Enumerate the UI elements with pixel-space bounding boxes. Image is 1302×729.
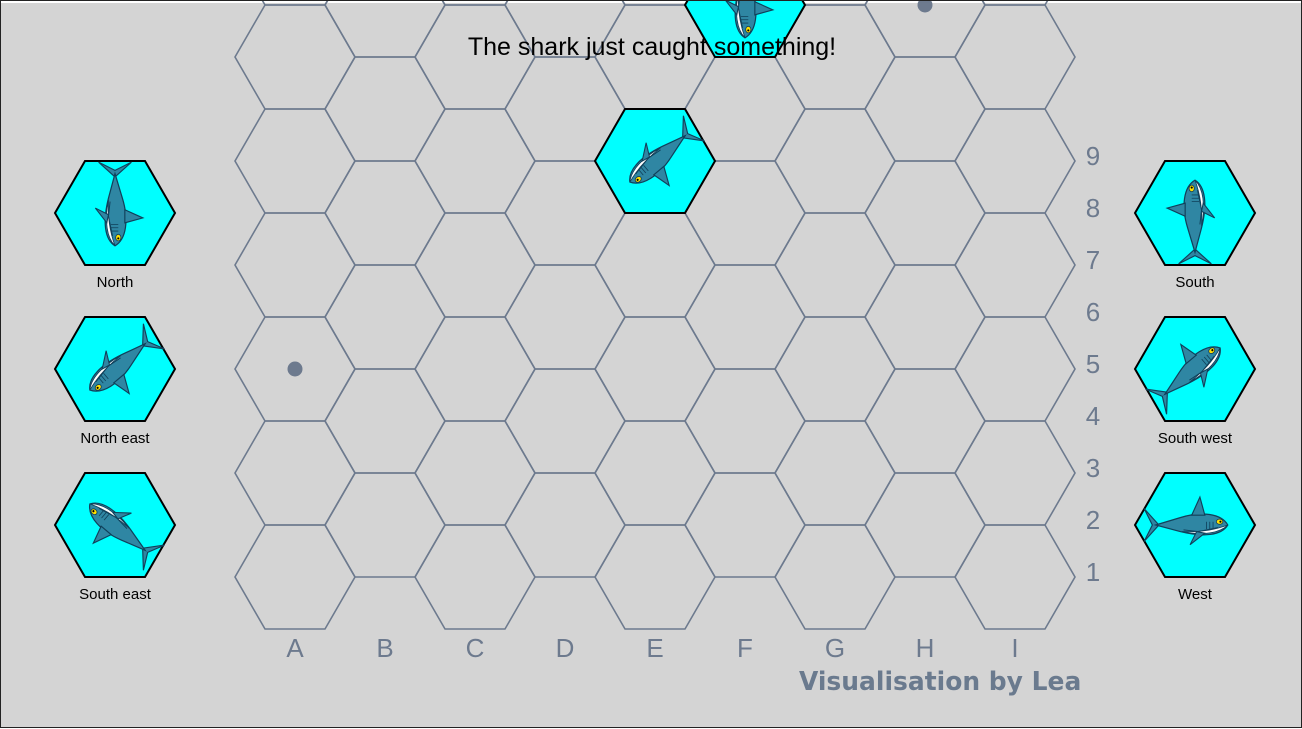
row-label-1: 1 [1086,557,1100,587]
column-label-H: H [916,633,935,663]
hex-cell-I5[interactable] [954,108,1076,214]
row-label-7: 7 [1086,245,1100,275]
column-label-I: I [1011,633,1018,663]
column-label-D: D [556,633,575,663]
hex-cell-H5[interactable] [864,56,986,162]
legend-label: West [1178,586,1213,603]
column-label-B: B [376,633,393,663]
row-label-5: 5 [1086,349,1100,379]
hex-cell-H3[interactable] [864,264,986,370]
column-label-A: A [286,633,304,663]
legend-label: North east [80,430,150,447]
hex-cell-E3[interactable] [594,316,716,422]
hex-cell-C2[interactable] [414,420,536,526]
hex-cell-C4[interactable] [414,212,536,318]
row-label-4: 4 [1086,401,1100,431]
hex-cell-B4[interactable] [324,160,446,266]
axis-labels: A B C D E F G H I 1 2 3 4 5 6 7 8 9 [286,141,1100,663]
visualisation-credit: Visualisation by Lea [799,667,1082,697]
hex-cell-H4[interactable] [864,160,986,266]
hex-cell-C1[interactable] [414,524,536,630]
row-label-2: 2 [1086,505,1100,535]
legend-label: South west [1158,430,1233,447]
hex-cell-I1[interactable] [954,524,1076,630]
legend-left-south-east: South east [53,472,177,603]
hex-cell-I2[interactable] [954,420,1076,526]
game-window: A B C D E F G H I 1 2 3 4 5 6 7 8 9 North North east South … [0,0,1302,728]
hex-cell-A1[interactable] [234,524,356,630]
hex-cell-F3[interactable] [684,264,806,370]
marker-dot-icon [917,1,933,13]
legend-left-north-east: North east [53,316,177,447]
hex-cell-B2[interactable] [324,368,446,474]
hex-cell-G4[interactable] [774,212,896,318]
hex-cell-H1[interactable] [864,472,986,578]
marker-dot-icon [287,361,303,377]
shark-tile-E5[interactable] [593,108,717,214]
hex-cell-H2[interactable] [864,368,986,474]
legend-right-south: South [1133,160,1257,291]
hex-cell-A4[interactable] [234,212,356,318]
row-label-3: 3 [1086,453,1100,483]
column-label-F: F [737,633,753,663]
hex-cell-A2[interactable] [234,420,356,526]
legend-label: South [1175,274,1214,291]
column-label-E: E [646,633,663,663]
legend-label: South east [79,586,152,603]
hex-cell-A5[interactable] [234,108,356,214]
hex-cell-E4[interactable] [594,212,716,318]
hex-cell-G5[interactable] [774,108,896,214]
hex-cell-A7[interactable] [235,1,355,6]
column-label-G: G [825,633,845,663]
hex-cell-E2[interactable] [594,420,716,526]
hex-cell-D1[interactable] [504,472,626,578]
hex-cell-G3[interactable] [774,316,896,422]
legend-left-north: North [53,160,177,291]
column-label-C: C [466,633,485,663]
hex-cell-I4[interactable] [954,212,1076,318]
hex-board: A B C D E F G H I 1 2 3 4 5 6 7 8 9 North North east South … [53,1,1257,663]
direction-legend: North North east South east South South west… [53,160,1257,603]
hex-cell-I3[interactable] [954,316,1076,422]
hex-cell-I7[interactable] [955,1,1075,6]
hex-cell-F2[interactable] [684,368,806,474]
hex-cell-C5[interactable] [414,108,536,214]
legend-label: North [97,274,134,291]
hex-cell-G1[interactable] [774,524,896,630]
hex-cell-E1[interactable] [594,524,716,630]
hex-cell-D2[interactable] [504,368,626,474]
row-label-6: 6 [1086,297,1100,327]
status-message: The shark just caught something! [467,33,837,61]
legend-right-west: West [1133,472,1257,603]
row-label-8: 8 [1086,193,1100,223]
hex-cell-F1[interactable] [684,472,806,578]
board-grid [234,1,1076,630]
row-label-9: 9 [1086,141,1100,171]
hex-cell-C7[interactable] [415,1,535,6]
hex-cell-G2[interactable] [774,420,896,526]
hex-cell-B5[interactable] [324,56,446,162]
legend-right-south-west: South west [1133,316,1257,447]
hex-cell-D3[interactable] [504,264,626,370]
hex-cell-C3[interactable] [414,316,536,422]
hex-cell-B1[interactable] [324,472,446,578]
hex-cell-B3[interactable] [324,264,446,370]
